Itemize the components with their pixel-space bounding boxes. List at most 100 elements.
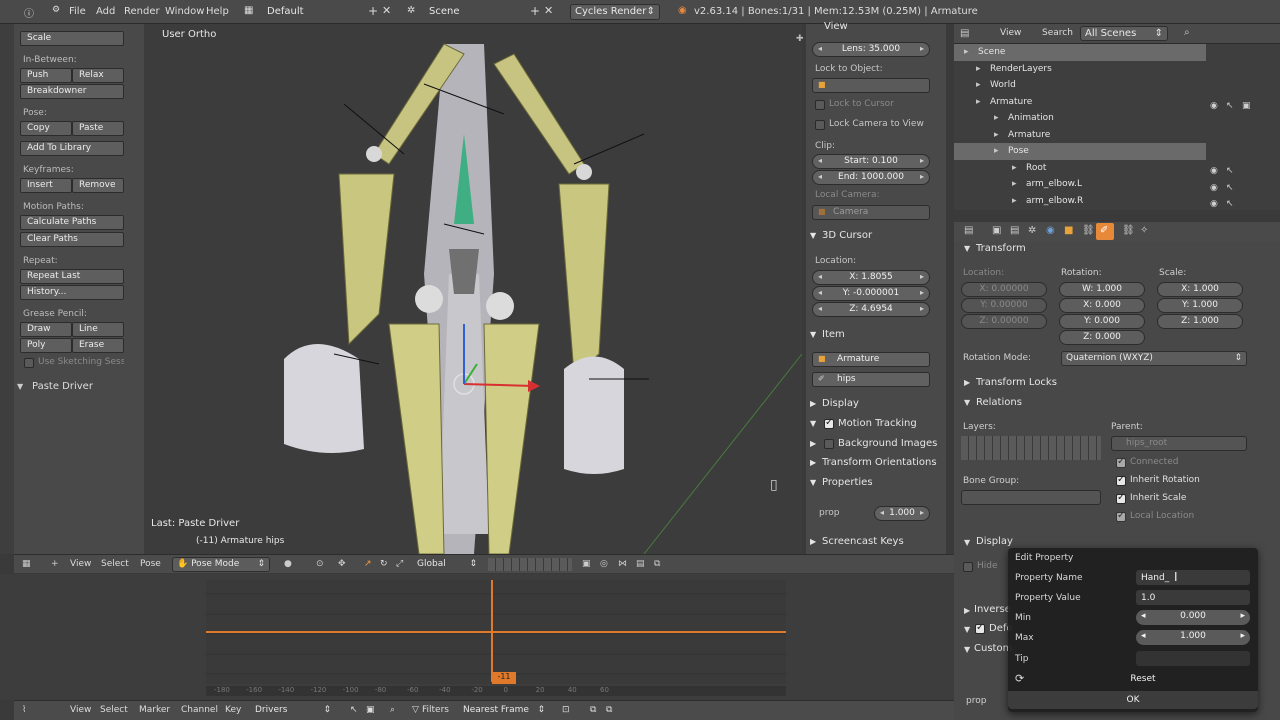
drivers-select-menu[interactable]: Select [100, 705, 128, 715]
scale-z-field[interactable]: Z: 1.000 [1157, 314, 1243, 329]
outliner-row[interactable]: ▸ World [954, 77, 1206, 94]
menu-file[interactable]: File [69, 6, 86, 17]
motion-tracking-header[interactable]: Motion Tracking [838, 418, 917, 429]
snap-icon[interactable]: ⋈ [618, 559, 627, 569]
ghost-curves-icon[interactable]: ▣ [366, 705, 375, 715]
properties-header[interactable]: Properties [822, 477, 873, 488]
scale-x-field[interactable]: X: 1.000 [1157, 282, 1243, 297]
push-button[interactable]: Push [20, 68, 72, 83]
render-camera-icon[interactable]: ▣ [1242, 101, 1251, 111]
draw-button[interactable]: Draw [20, 322, 72, 337]
outliner-row[interactable]: ▸ Scene [954, 44, 1206, 61]
triangle-down-icon[interactable]: ▼ [964, 625, 970, 634]
remove-layout-icon[interactable]: ✕ [382, 4, 391, 17]
lock-layers-icon[interactable]: ▣ [582, 559, 591, 569]
select-arrow-icon[interactable]: ↖ [1226, 101, 1234, 111]
inverse-kinematics-header[interactable]: Inverse [974, 604, 1011, 615]
outliner-search-menu[interactable]: Search [1042, 28, 1073, 38]
viewport-pose-menu[interactable]: Pose [140, 559, 161, 569]
outliner-item-icon[interactable]: ▸ [964, 47, 969, 57]
outliner-item-icon[interactable]: ▸ [994, 130, 999, 140]
visibility-eye-icon[interactable]: ◉ [1210, 183, 1218, 193]
arrow-left-icon[interactable]: ◂ [818, 272, 822, 281]
3d-cursor-header[interactable]: 3D Cursor [822, 230, 872, 241]
motion-tracking-checkbox[interactable] [824, 417, 834, 429]
rotation-mode-select[interactable]: Quaternion (WXYZ) ⇕ [1061, 351, 1247, 366]
arrow-left-icon[interactable]: ◂ [1141, 631, 1146, 641]
poly-button[interactable]: Poly [20, 338, 72, 353]
line-button[interactable]: Line [72, 322, 124, 337]
filters-icon[interactable]: ▽ [412, 705, 419, 715]
outliner-row[interactable]: ▸ Root [954, 160, 1206, 177]
clip-start-field[interactable]: ◂ Start: 0.100 ▸ [812, 154, 930, 169]
triangle-right-icon[interactable]: ▶ [810, 439, 816, 448]
lock-to-cursor-checkbox[interactable] [815, 100, 825, 110]
parent-field[interactable]: hips_root [1111, 436, 1247, 451]
arrow-right-icon[interactable]: ▸ [1240, 611, 1245, 621]
outliner-row[interactable]: ▸ Armature [954, 94, 1206, 111]
item-header[interactable]: Item [822, 329, 845, 340]
erase-button[interactable]: Erase [72, 338, 124, 353]
outliner-item-icon[interactable]: ▸ [1012, 163, 1017, 173]
hide-checkbox[interactable] [963, 562, 973, 572]
connected-checkbox[interactable] [1116, 456, 1126, 468]
item-object-field[interactable]: ■ Armature [812, 352, 930, 367]
pivot-point-icon[interactable]: ⊙ [316, 559, 324, 569]
render-preview-icon[interactable]: ▤ [636, 559, 645, 569]
background-images-header[interactable]: Background Images [838, 438, 937, 449]
texture-tab-icon[interactable]: ✧ [1140, 225, 1148, 236]
select-arrow-icon[interactable]: ↖ [1226, 199, 1234, 209]
info-icon[interactable]: ⓘ [24, 5, 34, 20]
lock-object-field[interactable]: ■ [812, 78, 930, 93]
arrow-right-icon[interactable]: ▸ [920, 44, 924, 53]
outliner-row[interactable]: ▸ arm_elbow.R [954, 193, 1206, 210]
bone-layers-grid[interactable] [961, 436, 1101, 460]
current-frame-badge[interactable]: -11 [492, 672, 516, 684]
arrow-left-icon[interactable]: ◂ [818, 44, 822, 53]
reset-button[interactable]: Reset [1028, 670, 1258, 688]
select-arrow-icon[interactable]: ↖ [1226, 166, 1234, 176]
clear-paths-button[interactable]: Clear Paths [20, 232, 124, 247]
triangle-down-icon[interactable]: ▼ [964, 244, 970, 253]
tip-input[interactable] [1136, 651, 1250, 666]
arrow-left-icon[interactable]: ◂ [880, 508, 884, 517]
breakdowner-button[interactable]: Breakdowner [20, 84, 124, 99]
layout-select[interactable]: Default [262, 4, 362, 20]
background-images-checkbox[interactable] [824, 439, 834, 449]
item-bone-field[interactable]: ✐ hips [812, 372, 930, 387]
render-engine-select[interactable]: Cycles Render ⇕ [570, 4, 660, 20]
outliner-row[interactable]: ▸ arm_elbow.L [954, 176, 1206, 193]
select-arrow-icon[interactable]: ↖ [1226, 183, 1234, 193]
local-location-checkbox[interactable] [1116, 510, 1126, 522]
transform-header[interactable]: Transform [976, 243, 1026, 254]
location-z-field[interactable]: Z: 0.00000 [961, 314, 1047, 329]
drivers-editor[interactable]: -11 -180 -160 -140 -120 -100 -80 -60 -40 -20 0 20 4… [0, 574, 954, 700]
clip-end-field[interactable]: ◂ End: 1000.000 ▸ [812, 170, 930, 185]
remove-scene-icon[interactable]: ✕ [544, 4, 553, 17]
triangle-down-icon[interactable]: ▼ [810, 419, 816, 428]
outliner-row[interactable]: ▸ Armature [954, 127, 1206, 144]
triangle-right-icon[interactable]: ▶ [810, 458, 816, 467]
arrow-right-icon[interactable]: ▸ [1240, 631, 1245, 641]
translate-widget-icon[interactable]: ↗ [364, 559, 372, 569]
arrow-left-icon[interactable]: ◂ [818, 304, 822, 313]
prop-value-field[interactable]: ◂ 1.000 ▸ [874, 506, 930, 521]
outliner-item-icon[interactable]: ▸ [976, 97, 981, 107]
arrow-left-icon[interactable]: ◂ [818, 172, 822, 181]
triangle-down-icon[interactable]: ▼ [810, 231, 816, 240]
graph-editor-icon[interactable]: ⌇ [22, 705, 26, 715]
paste-pose-button[interactable]: Paste [72, 121, 124, 136]
use-sketching-checkbox[interactable] [24, 358, 34, 368]
world-tab-icon[interactable]: ◉ [1046, 225, 1055, 236]
rotation-w-field[interactable]: W: 1.000 [1059, 282, 1145, 297]
object-tab-icon[interactable]: ■ [1064, 225, 1073, 236]
scale-y-field[interactable]: Y: 1.000 [1157, 298, 1243, 313]
menu-add[interactable]: Add [96, 6, 115, 17]
relations-header[interactable]: Relations [976, 397, 1022, 408]
arrow-left-icon[interactable]: ◂ [818, 288, 822, 297]
rotation-y-field[interactable]: Y: 0.000 [1059, 314, 1145, 329]
visibility-eye-icon[interactable]: ◉ [1210, 199, 1218, 209]
filter-search-icon[interactable]: ⌕ [390, 705, 395, 715]
proportional-edit-icon[interactable]: ◎ [600, 559, 608, 569]
maximize-corner-icon[interactable]: ✚ [796, 34, 804, 44]
